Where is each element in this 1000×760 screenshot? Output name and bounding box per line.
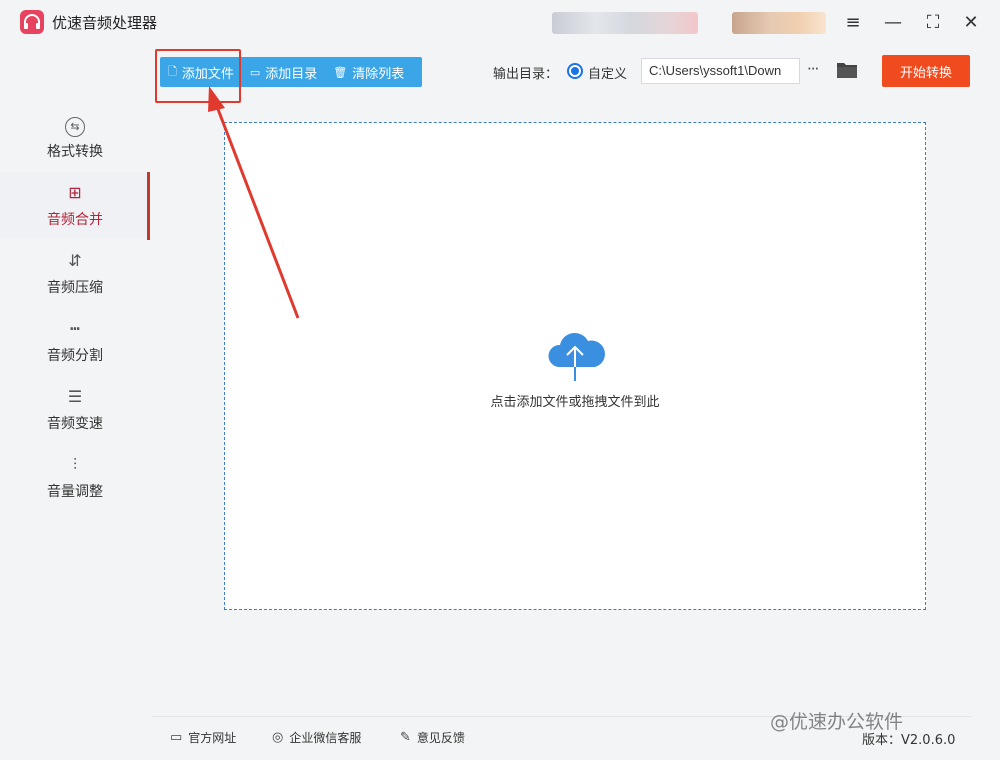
- website-icon: ▭: [170, 730, 183, 745]
- sidebar-item-label: 音频压缩: [47, 280, 103, 296]
- sidebar-item-label: 音频变速: [47, 416, 103, 432]
- feedback-link[interactable]: ✎ 意见反馈: [400, 729, 465, 746]
- active-indicator: [147, 172, 150, 240]
- sidebar: ⇆ 格式转换 ⊞ 音频合并 ⇵ 音频压缩 ┅ 音频分割 ☰ 音频变速 ⫶ 音量调…: [0, 104, 150, 524]
- start-convert-button[interactable]: 开始转换: [882, 55, 970, 87]
- folder-outline-icon: ▭: [249, 65, 261, 79]
- watermark-text: @优速办公软件: [770, 711, 904, 733]
- official-site-label: 官方网址: [188, 731, 237, 745]
- audio-split-icon: ┅: [70, 319, 80, 338]
- trash-icon: 🗑: [333, 65, 348, 79]
- cloud-upload-icon: [545, 327, 607, 383]
- app-logo-icon: [20, 10, 44, 34]
- sidebar-item-label: 音频分割: [47, 348, 103, 364]
- close-icon[interactable]: ✕: [958, 10, 984, 34]
- wechat-support-label: 企业微信客服: [289, 731, 362, 745]
- audio-merge-icon: ⊞: [68, 183, 82, 202]
- maximize-icon[interactable]: ⛶: [920, 10, 946, 34]
- app-title: 优速音频处理器: [52, 14, 158, 32]
- sidebar-item-label: 格式转换: [47, 144, 103, 160]
- minimize-icon[interactable]: —: [880, 10, 906, 34]
- sidebar-item-audio-split[interactable]: ┅ 音频分割: [0, 308, 150, 374]
- clear-list-label: 清除列表: [352, 66, 405, 82]
- sidebar-item-audio-merge[interactable]: ⊞ 音频合并: [0, 172, 150, 238]
- user-avatar-blurred: [732, 12, 826, 34]
- add-directory-label: 添加目录: [265, 66, 318, 82]
- more-options-button[interactable]: ···: [807, 60, 819, 78]
- sidebar-item-format-convert[interactable]: ⇆ 格式转换: [0, 104, 150, 170]
- format-convert-icon: ⇆: [65, 113, 85, 137]
- menu-icon[interactable]: ≡: [840, 10, 866, 34]
- file-drop-zone[interactable]: 点击添加文件或拖拽文件到此: [224, 122, 926, 610]
- annotation-highlight-box: [155, 49, 241, 103]
- add-directory-button[interactable]: ▭ 添加目录: [242, 57, 325, 87]
- sidebar-item-audio-compress[interactable]: ⇵ 音频压缩: [0, 240, 150, 306]
- drop-hint-text: 点击添加文件或拖拽文件到此: [490, 395, 660, 410]
- chat-icon: ◎: [272, 730, 284, 745]
- official-site-link[interactable]: ▭ 官方网址: [170, 729, 236, 746]
- output-dir-label: 输出目录：: [493, 67, 559, 82]
- open-folder-icon[interactable]: [836, 60, 858, 80]
- sidebar-item-label: 音频合并: [47, 212, 103, 228]
- wechat-support-link[interactable]: ◎ 企业微信客服: [272, 729, 361, 746]
- custom-output-radio[interactable]: [567, 63, 583, 79]
- sidebar-item-audio-speed[interactable]: ☰ 音频变速: [0, 376, 150, 442]
- feedback-label: 意见反馈: [416, 731, 465, 745]
- title-bar: 优速音频处理器 ≡ — ⛶ ✕: [0, 0, 1000, 44]
- user-info-blurred: [552, 12, 698, 34]
- sidebar-item-volume-adjust[interactable]: ⫶ 音量调整: [0, 444, 150, 510]
- custom-output-label: 自定义: [588, 67, 628, 82]
- clear-list-button[interactable]: 🗑 清除列表: [325, 57, 412, 87]
- feedback-icon: ✎: [400, 730, 411, 745]
- audio-compress-icon: ⇵: [68, 251, 82, 270]
- audio-speed-icon: ☰: [67, 387, 83, 406]
- sidebar-item-label: 音量调整: [47, 484, 103, 500]
- volume-adjust-icon: ⫶: [72, 455, 77, 474]
- output-path-field[interactable]: C:\Users\yssoft1\Down: [641, 58, 800, 84]
